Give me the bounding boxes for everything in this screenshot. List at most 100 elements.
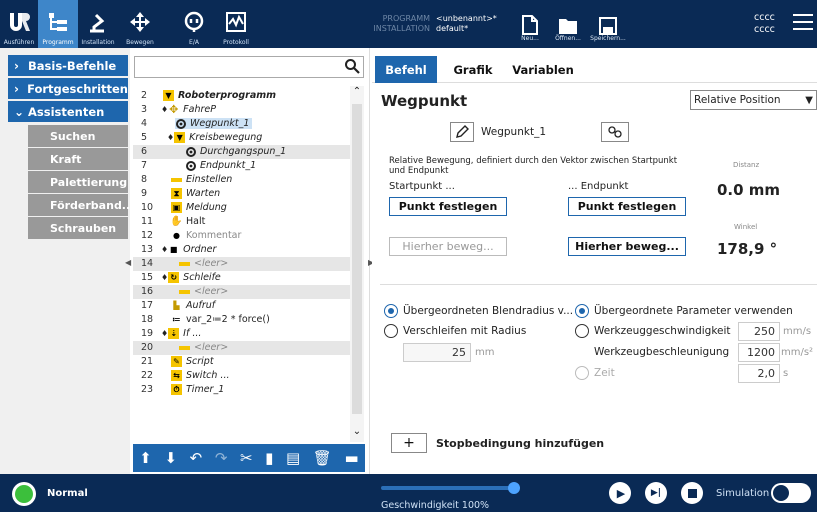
- tree-row[interactable]: 13 ♦ ■ Ordner: [133, 243, 351, 257]
- hamburger-menu-icon[interactable]: [793, 14, 813, 32]
- simulation-toggle[interactable]: [771, 483, 811, 503]
- move-here-start-button[interactable]: Hierher beweg...: [389, 237, 507, 256]
- time-label: Zeit: [594, 367, 615, 379]
- nav-log[interactable]: Protokoll: [216, 0, 256, 48]
- tree-row[interactable]: 2 ▼ Roboterprogramm: [133, 89, 351, 103]
- status-green-icon: [15, 485, 33, 503]
- paste-icon[interactable]: ▤: [286, 449, 300, 467]
- menu-basic-commands[interactable]: › Basis-Befehle: [8, 55, 128, 76]
- new-button[interactable]: Neu...: [512, 4, 548, 44]
- hourglass-icon: ⧗: [171, 188, 182, 200]
- tab-graphics[interactable]: Grafik: [448, 56, 498, 83]
- status-indicator[interactable]: [12, 482, 36, 506]
- row-number: 6: [141, 146, 148, 158]
- add-stop-button[interactable]: +: [391, 433, 427, 453]
- tree-row[interactable]: 17 ▙ Aufruf: [133, 299, 351, 313]
- delete-icon[interactable]: 🗑: [313, 449, 332, 467]
- tool-accel-label: Werkzeugbeschleunigung: [594, 346, 730, 358]
- tool-speed-radio[interactable]: [575, 324, 589, 338]
- menu-advanced[interactable]: › Fortgeschritten: [8, 78, 128, 99]
- blend-radius-input[interactable]: 25: [403, 343, 471, 362]
- nav-move[interactable]: Bewegen: [120, 0, 160, 48]
- tab-variables[interactable]: Variablen: [508, 56, 578, 83]
- row-number: 8: [141, 174, 148, 186]
- mode-select-value: Relative Position: [694, 94, 781, 106]
- time-input[interactable]: 2,0: [738, 364, 780, 383]
- speed-slider[interactable]: [381, 482, 520, 494]
- wizard-screwing-label: Schrauben: [50, 221, 117, 235]
- params-parent-radio[interactable]: [575, 304, 589, 318]
- set-start-point-button[interactable]: Punkt festlegen: [389, 197, 507, 216]
- scroll-up-icon[interactable]: ⌃: [352, 86, 362, 97]
- tree-label: Schleife: [183, 272, 221, 284]
- wizard-palletizing[interactable]: Palettierung: [28, 171, 128, 193]
- wizard-search[interactable]: Suchen: [28, 125, 128, 147]
- undo-icon[interactable]: ↶: [190, 449, 203, 467]
- tool-speed-input[interactable]: 250: [738, 322, 780, 341]
- stop-button[interactable]: [681, 482, 703, 504]
- suppress-icon[interactable]: ▬: [344, 449, 358, 467]
- nav-installation[interactable]: Installation: [78, 0, 118, 48]
- copy-icon[interactable]: ▮: [265, 449, 273, 467]
- redo-icon[interactable]: ↷: [215, 449, 228, 467]
- tree-row[interactable]: 9 ⧗ Warten: [133, 187, 351, 201]
- tab-command[interactable]: Befehl: [375, 56, 437, 83]
- menu-wizards[interactable]: ⌄ Assistenten: [8, 101, 128, 122]
- robot-arm-icon: [85, 9, 111, 35]
- time-radio[interactable]: [575, 366, 589, 380]
- save-button[interactable]: Speichern...: [590, 4, 626, 44]
- tree-row[interactable]: 14 <leer>: [133, 257, 351, 271]
- tree-row[interactable]: 5 ♦ ▼ Kreisbewegung: [133, 131, 351, 145]
- wizard-conveyor[interactable]: Förderband...: [28, 194, 134, 216]
- blend-parent-radio[interactable]: [384, 304, 398, 318]
- tree-row[interactable]: 19 ♦ ⇣ If ...: [133, 327, 351, 341]
- search-icon[interactable]: [344, 58, 362, 76]
- tree-row[interactable]: 22 ⇆ Switch ...: [133, 369, 351, 383]
- cut-icon[interactable]: ✂: [240, 449, 253, 467]
- move-here-end-button[interactable]: Hierher beweg...: [568, 237, 686, 256]
- tree-label: Ordner: [183, 244, 217, 256]
- tree-row[interactable]: 20 <leer>: [133, 341, 351, 355]
- nav-run[interactable]: Ausführen: [0, 0, 38, 48]
- play-button[interactable]: ▶: [609, 482, 631, 504]
- tree-row-selected[interactable]: 4 Wegpunkt_1: [133, 117, 351, 131]
- edit-name-button[interactable]: [450, 122, 474, 142]
- tree-label: <leer>: [194, 342, 229, 354]
- blend-radius-radio[interactable]: [384, 324, 398, 338]
- wizard-force[interactable]: Kraft: [28, 148, 128, 170]
- tree-row[interactable]: 12 ● Kommentar: [133, 229, 351, 243]
- link-button[interactable]: [601, 122, 629, 142]
- tree-row[interactable]: 6 Durchgangspun_1: [133, 145, 351, 159]
- tree-row[interactable]: 21 ✎ Script: [133, 355, 351, 369]
- scroll-down-icon[interactable]: ⌄: [352, 426, 362, 437]
- tree-row[interactable]: 8 Einstellen: [133, 173, 351, 187]
- tree-row[interactable]: 18 ≔ var_2≔2 * force(): [133, 313, 351, 327]
- tool-accel-input[interactable]: 1200: [738, 343, 780, 362]
- set-end-point-button[interactable]: Punkt festlegen: [568, 197, 686, 216]
- wizard-screwing[interactable]: Schrauben: [28, 217, 128, 239]
- collapse-left-icon[interactable]: ◀: [125, 258, 133, 267]
- tree-row[interactable]: 15 ♦ ↻ Schleife: [133, 271, 351, 285]
- tree-row[interactable]: 7 Endpunkt_1: [133, 159, 351, 173]
- move-down-icon[interactable]: ⬇: [164, 449, 177, 467]
- tree-row[interactable]: 11 ✋ Halt: [133, 215, 351, 229]
- nav-io[interactable]: E/A: [174, 0, 214, 48]
- mode-select[interactable]: Relative Position ▼: [690, 90, 817, 110]
- set-end-point-label: Punkt festlegen: [577, 200, 677, 213]
- open-button[interactable]: Öffnen...: [550, 4, 586, 44]
- tree-row[interactable]: 3 ♦ ✥ FahreP: [133, 103, 351, 117]
- tree-row[interactable]: 23 ⏱ Timer_1: [133, 383, 351, 397]
- nav-program[interactable]: Programm: [38, 0, 78, 48]
- tree-label: Wegpunkt_1: [190, 118, 250, 130]
- nav-move-label: Bewegen: [126, 39, 154, 46]
- move-up-icon[interactable]: ⬆: [139, 449, 152, 467]
- tree-row[interactable]: 16 <leer>: [133, 285, 351, 299]
- scroll-thumb[interactable]: [352, 104, 362, 414]
- tree-row[interactable]: 10 ▣ Meldung: [133, 201, 351, 215]
- tree-scrollbar[interactable]: ⌃ ⌄: [350, 86, 364, 442]
- tree-search-input[interactable]: [134, 56, 364, 78]
- move-here-start-label: Hierher beweg...: [402, 240, 494, 253]
- installation-name: default*: [436, 24, 469, 33]
- step-button[interactable]: ▶|: [645, 482, 667, 504]
- speed-slider-thumb[interactable]: [508, 482, 520, 494]
